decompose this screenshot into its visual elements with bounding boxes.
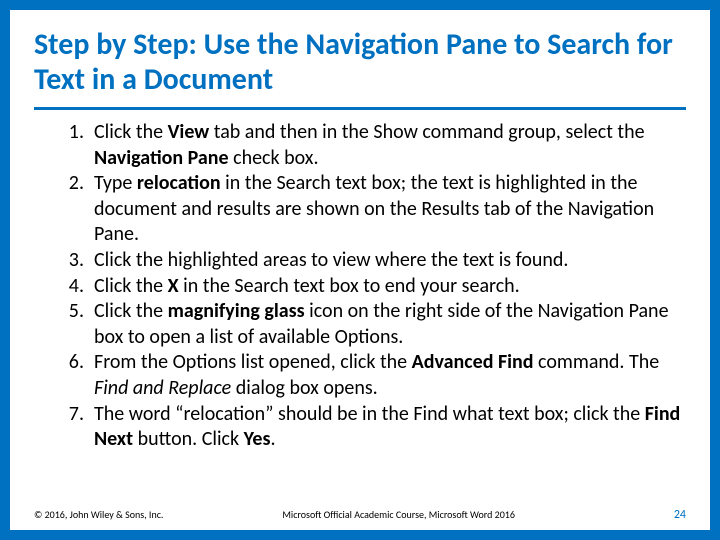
text: dialog box opens. bbox=[231, 376, 378, 400]
text: Type bbox=[94, 171, 137, 195]
slide-title: Step by Step: Use the Navigation Pane to… bbox=[34, 28, 686, 97]
bold-magnifying-glass: magnifying glass bbox=[168, 299, 305, 323]
step-2: Type relocation in the Search text box; … bbox=[34, 171, 686, 248]
bold-relocation: relocation bbox=[137, 171, 221, 195]
steps-list: Click the View tab and then in the Show … bbox=[34, 120, 686, 453]
text: . bbox=[270, 427, 275, 451]
step-7: The word “relocation” should be in the F… bbox=[34, 402, 686, 453]
text: Click the bbox=[94, 120, 168, 144]
step-4: Click the X in the Search text box to en… bbox=[34, 274, 686, 300]
text: Click the bbox=[94, 274, 168, 298]
bold-yes: Yes bbox=[244, 427, 271, 451]
text: tab and then in the Show command group, … bbox=[209, 120, 644, 144]
text: From the Options list opened, click the bbox=[94, 350, 412, 374]
bold-x: X bbox=[168, 274, 179, 298]
bold-advanced-find: Advanced Find bbox=[412, 350, 534, 374]
slide-footer: © 2016, John Wiley & Sons, Inc. Microsof… bbox=[34, 508, 686, 522]
text: Click the highlighted areas to view wher… bbox=[94, 248, 568, 272]
text: The word “relocation” should be in the F… bbox=[94, 402, 645, 426]
bold-navigation-pane: Navigation Pane bbox=[94, 146, 229, 170]
text: button. Click bbox=[133, 427, 244, 451]
text: in the Search text box to end your searc… bbox=[179, 274, 520, 298]
title-divider bbox=[34, 107, 686, 110]
text: command. The bbox=[534, 350, 660, 374]
step-5: Click the magnifying glass icon on the r… bbox=[34, 299, 686, 350]
course-text: Microsoft Official Academic Course, Micr… bbox=[123, 508, 673, 521]
step-3: Click the highlighted areas to view wher… bbox=[34, 248, 686, 274]
bold-view: View bbox=[168, 120, 210, 144]
step-6: From the Options list opened, click the … bbox=[34, 350, 686, 401]
slide: Step by Step: Use the Navigation Pane to… bbox=[0, 0, 720, 540]
text: Click the bbox=[94, 299, 168, 323]
step-1: Click the View tab and then in the Show … bbox=[34, 120, 686, 171]
page-number: 24 bbox=[674, 508, 686, 522]
italic-find-and-replace: Find and Replace bbox=[94, 376, 231, 400]
text: check box. bbox=[229, 146, 319, 170]
